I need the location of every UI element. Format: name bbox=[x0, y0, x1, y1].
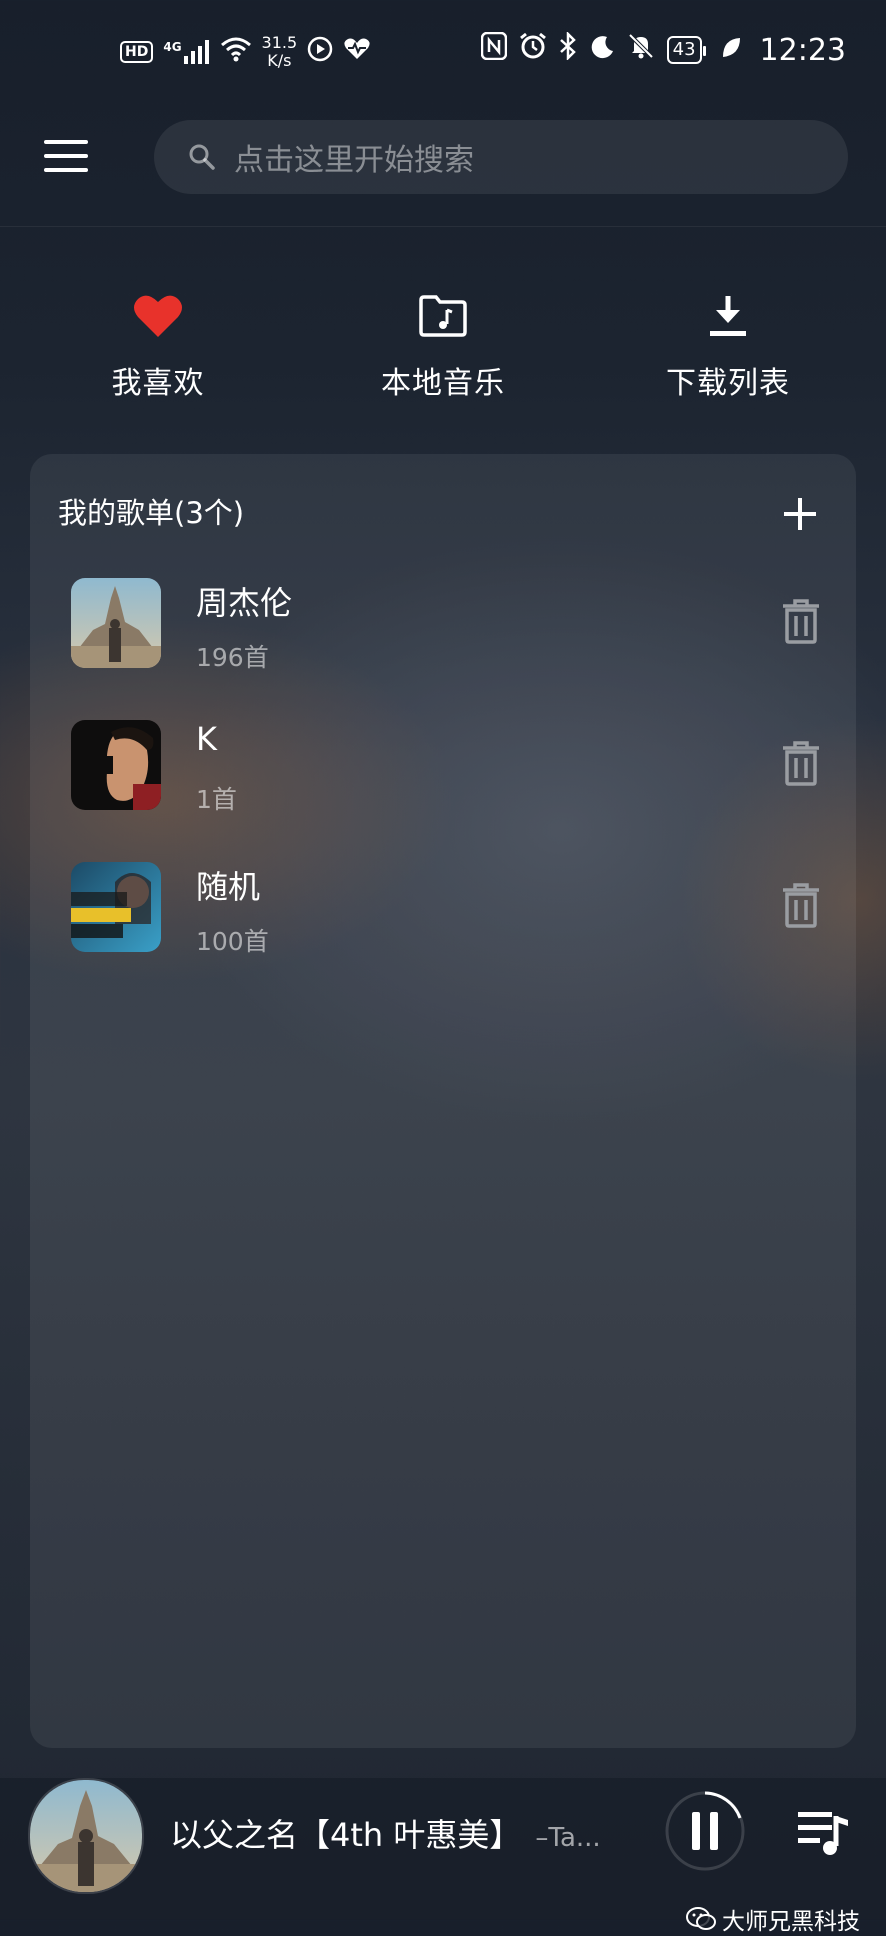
heart-icon bbox=[134, 295, 182, 337]
playlist-cover bbox=[71, 862, 161, 952]
now-playing-info: 以父之名【4th 叶惠美】 –Ta... bbox=[170, 1810, 601, 1856]
do-not-disturb-moon-icon bbox=[589, 33, 615, 68]
net-speed-unit: K/s bbox=[267, 51, 292, 70]
trash-icon bbox=[783, 599, 819, 644]
playlist-song-count: 1首 bbox=[196, 785, 237, 814]
quick-local-music-label: 本地音乐 bbox=[381, 366, 505, 401]
hamburger-menu-icon[interactable] bbox=[44, 140, 90, 174]
bluetooth-icon bbox=[559, 30, 577, 68]
playlist-song-count: 100首 bbox=[196, 927, 269, 956]
trash-icon bbox=[783, 741, 819, 786]
health-heart-icon bbox=[343, 37, 371, 67]
status-bar: HD 4G 31.5 K/s 43 12:23 bbox=[0, 0, 886, 110]
playlist-queue-button[interactable] bbox=[796, 1808, 850, 1856]
playlist-name: 周杰伦 bbox=[196, 584, 293, 622]
playlist-cover bbox=[71, 578, 161, 668]
playlist-item[interactable]: K 1首 bbox=[30, 720, 856, 840]
mini-player[interactable]: 以父之名【4th 叶惠美】 –Ta... bbox=[0, 1778, 886, 1920]
watermark: 大师兄黑科技 bbox=[686, 1902, 860, 1936]
watermark-text: 大师兄黑科技 bbox=[722, 1909, 860, 1935]
search-placeholder: 点击这里开始搜索 bbox=[234, 143, 474, 178]
plus-icon bbox=[784, 498, 816, 530]
now-playing-cover bbox=[28, 1778, 144, 1894]
status-left: HD 4G 31.5 K/s bbox=[120, 34, 371, 70]
wifi-icon bbox=[220, 36, 252, 68]
eco-leaf-icon bbox=[720, 33, 742, 68]
my-playlists-card: 我的歌单(3个) 周杰伦 196首 K 1首 随机 100首 bbox=[30, 454, 856, 1748]
signal-icon: 4G bbox=[163, 40, 209, 64]
delete-playlist-button[interactable] bbox=[782, 882, 820, 928]
quick-favorites-button[interactable]: 我喜欢 bbox=[58, 286, 258, 402]
net-speed: 31.5 K/s bbox=[262, 34, 298, 70]
delete-playlist-button[interactable] bbox=[782, 740, 820, 786]
music-folder-icon bbox=[419, 295, 467, 337]
network-type: 4G bbox=[163, 40, 182, 54]
playlist-name: K bbox=[196, 720, 217, 758]
status-right: 43 12:23 bbox=[480, 30, 846, 68]
wechat-icon bbox=[686, 1907, 716, 1930]
search-icon bbox=[189, 144, 215, 170]
now-playing-title: 以父之名【4th 叶惠美】 bbox=[170, 1816, 522, 1854]
trash-icon bbox=[783, 883, 819, 928]
net-speed-value: 31.5 bbox=[261, 33, 298, 52]
pause-button[interactable] bbox=[662, 1788, 748, 1874]
music-queue-icon bbox=[798, 1812, 848, 1855]
clock: 12:23 bbox=[759, 32, 846, 68]
hd-badge: HD bbox=[120, 41, 154, 63]
playlist-item[interactable]: 随机 100首 bbox=[30, 862, 856, 982]
download-icon bbox=[710, 296, 746, 336]
quick-local-music-button[interactable]: 本地音乐 bbox=[343, 286, 543, 402]
delete-playlist-button[interactable] bbox=[782, 598, 820, 644]
battery-indicator: 43 bbox=[666, 36, 706, 64]
add-playlist-button[interactable] bbox=[780, 494, 820, 534]
quick-favorites-label: 我喜欢 bbox=[111, 366, 205, 401]
play-circle-icon bbox=[307, 36, 333, 68]
playlist-item[interactable]: 周杰伦 196首 bbox=[30, 578, 856, 698]
muted-bell-icon bbox=[627, 32, 655, 68]
playlist-song-count: 196首 bbox=[196, 643, 269, 672]
alarm-icon bbox=[519, 32, 547, 68]
playlist-name: 随机 bbox=[196, 868, 261, 906]
playlist-cover bbox=[71, 720, 161, 810]
playlists-title: 我的歌单(3个) bbox=[58, 496, 245, 530]
pause-icon bbox=[665, 1791, 745, 1871]
header-divider bbox=[0, 226, 886, 227]
nfc-icon bbox=[480, 31, 507, 68]
now-playing-artist: –Ta... bbox=[535, 1823, 601, 1853]
search-bar[interactable]: 点击这里开始搜索 bbox=[154, 120, 848, 194]
quick-downloads-label: 下载列表 bbox=[666, 366, 790, 401]
quick-downloads-button[interactable]: 下载列表 bbox=[628, 286, 828, 402]
